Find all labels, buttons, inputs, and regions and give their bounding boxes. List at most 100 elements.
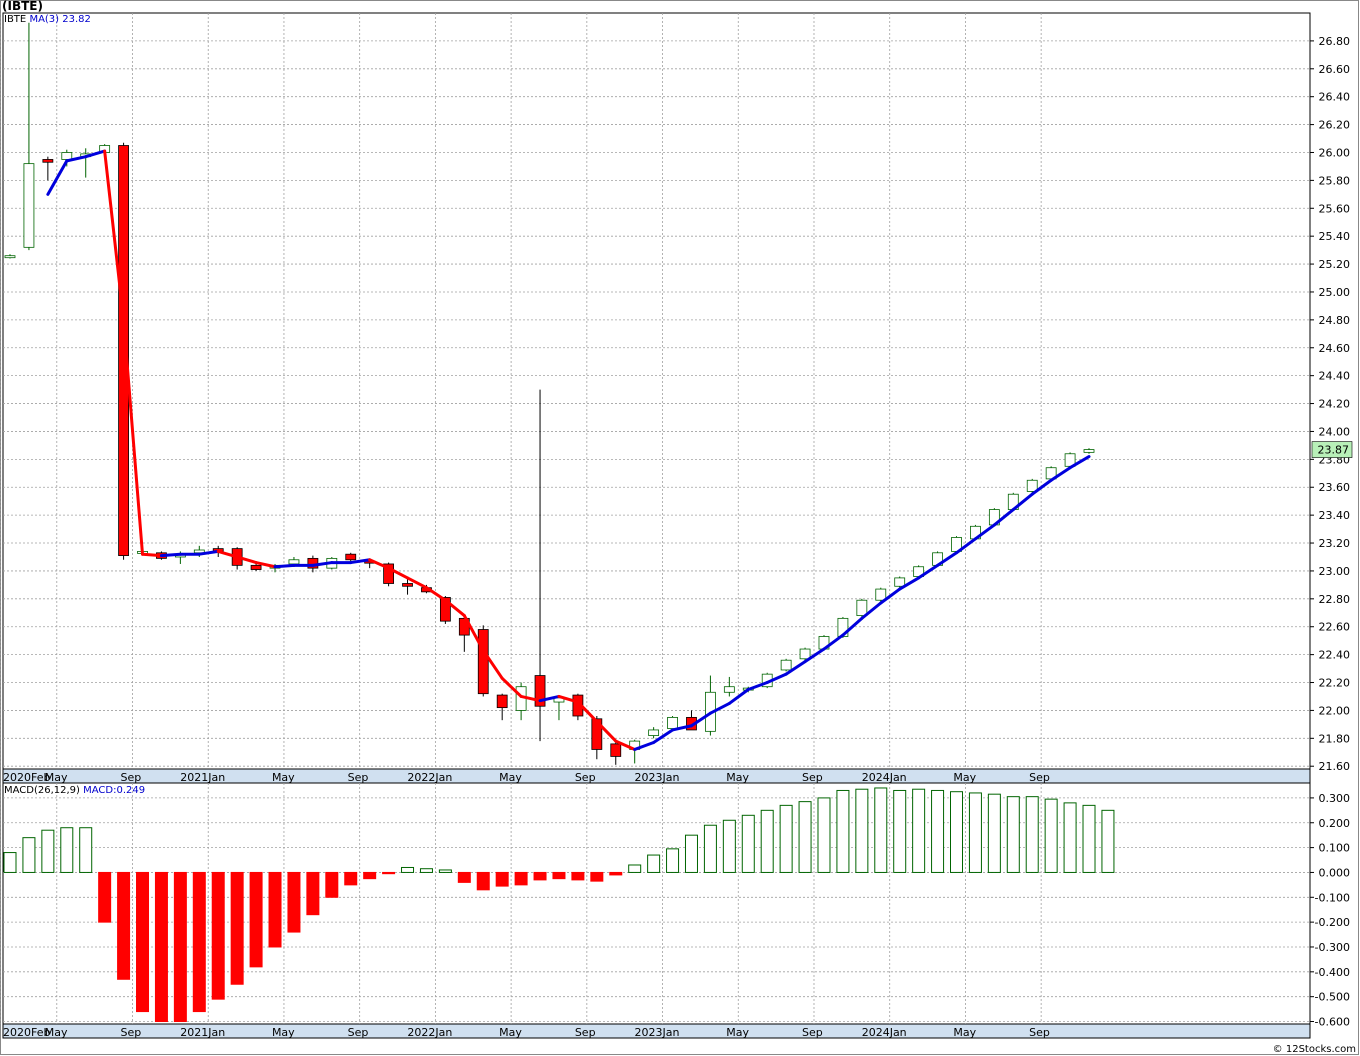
macd-y-tick-label: -0.400 [1315, 966, 1350, 979]
price-y-tick-label: 23.60 [1319, 481, 1351, 494]
macd-bar [98, 871, 112, 923]
candle-body [723, 686, 735, 693]
candle-body [250, 564, 262, 570]
price-y-tick-label: 24.40 [1319, 370, 1351, 383]
price-x-tick-label: May [272, 771, 295, 784]
legend-ticker: IBTE [4, 14, 27, 25]
macd-bar [1006, 796, 1020, 873]
price-x-tick-label: 2022Jan [407, 771, 452, 784]
price-x-tick-label: 2023Jan [635, 771, 680, 784]
legend-ma-value: 23.82 [62, 14, 91, 25]
price-y-tick-label: 24.00 [1319, 425, 1351, 438]
macd-y-tick-label: -0.200 [1315, 916, 1350, 929]
price-y-tick-label: 26.80 [1319, 35, 1351, 48]
macd-y-tick-label: -0.100 [1315, 891, 1350, 904]
price-y-tick-label: 25.60 [1319, 202, 1351, 215]
price-y-tick-label: 22.20 [1319, 677, 1351, 690]
macd-bar [968, 792, 982, 873]
price-panel-frame [2, 12, 1311, 770]
macd-bar [855, 788, 869, 873]
legend-ma-label: MA(3) [29, 14, 60, 25]
price-y-tick-label: 21.60 [1319, 760, 1351, 773]
macd-bar [874, 787, 888, 873]
price-x-tick-label: Sep [802, 771, 823, 784]
macd-bar [211, 871, 225, 1000]
macd-bar [382, 871, 396, 875]
price-y-tick-label: 21.80 [1319, 732, 1351, 745]
macd-bar [401, 866, 415, 873]
macd-bar [571, 871, 585, 881]
price-x-tick-label: Sep [348, 771, 369, 784]
macd-bar [703, 824, 717, 873]
macd-x-tick-label: May [953, 1026, 976, 1039]
macd-y-tick-label: -0.500 [1315, 991, 1350, 1004]
candle-body [894, 577, 906, 587]
macd-bar [552, 871, 566, 880]
price-y-tick-label: 23.40 [1319, 509, 1351, 522]
price-y-tick-label: 22.80 [1319, 593, 1351, 606]
macd-bar [363, 871, 377, 880]
macd-x-tick-label: May [45, 1026, 68, 1039]
macd-bar [173, 871, 187, 1023]
price-y-tick-label: 25.00 [1319, 286, 1351, 299]
macd-bar [647, 854, 661, 873]
macd-y-tick-label: -0.600 [1315, 1016, 1350, 1029]
macd-y-tick-label: 0.200 [1319, 817, 1351, 830]
price-x-tick-label: May [726, 771, 749, 784]
macd-bar [912, 788, 926, 873]
price-x-tick-label: Sep [575, 771, 596, 784]
candle-body [648, 729, 660, 736]
macd-bar [931, 789, 945, 873]
price-legend: IBTE MA(3) 23.82 [4, 14, 91, 25]
candle-body [1083, 449, 1095, 453]
candle-body [61, 152, 73, 160]
price-x-tick-label: May [45, 771, 68, 784]
candle-body [496, 694, 508, 709]
candle-body [4, 255, 16, 259]
price-x-tick-label: 2020Feb [3, 771, 50, 784]
macd-bar [154, 871, 168, 1023]
macd-bar [1101, 809, 1115, 873]
macd-bar [136, 871, 150, 1013]
macd-bar [22, 837, 36, 873]
macd-x-tick-label: 2023Jan [635, 1026, 680, 1039]
macd-bar [741, 814, 755, 873]
macd-bar [192, 871, 206, 1013]
macd-bar [495, 871, 509, 887]
macd-bar [60, 827, 74, 873]
price-y-tick-label: 24.80 [1319, 314, 1351, 327]
macd-legend: MACD(26,12,9) MACD:0.249 [4, 785, 145, 796]
price-y-tick-label: 25.80 [1319, 174, 1351, 187]
candle-body [856, 599, 868, 616]
candle-body [780, 659, 792, 671]
price-y-tick-label: 22.00 [1319, 704, 1351, 717]
macd-bar [628, 864, 642, 873]
macd-bar [344, 871, 358, 886]
price-y-tick-label: 22.60 [1319, 621, 1351, 634]
macd-bar [1063, 802, 1077, 873]
macd-x-tick-label: Sep [1029, 1026, 1050, 1039]
macd-bar [666, 848, 680, 873]
price-y-tick-label: 26.00 [1319, 146, 1351, 159]
last-price-label: 23.87 [1318, 444, 1350, 457]
macd-bar [684, 834, 698, 873]
macd-bar [609, 871, 623, 876]
macd-bar [79, 827, 93, 873]
chart-title: (IBTE) [2, 0, 43, 13]
macd-bar [306, 871, 320, 916]
macd-x-tick-label: 2020Feb [3, 1026, 50, 1039]
legend-macd-params: MACD(26,12,9) [4, 785, 80, 796]
macd-x-tick-label: Sep [348, 1026, 369, 1039]
macd-bar [325, 871, 339, 898]
macd-bar [893, 789, 907, 873]
macd-bar [476, 871, 490, 891]
macd-bar [1082, 804, 1096, 873]
macd-bar [798, 801, 812, 873]
price-x-tick-label: May [953, 771, 976, 784]
price-x-tick-label: Sep [121, 771, 142, 784]
candle-body [1026, 479, 1038, 492]
macd-x-tick-label: 2024Jan [862, 1026, 907, 1039]
price-y-tick-label: 26.20 [1319, 119, 1351, 132]
macd-bar [514, 871, 528, 886]
macd-bar [779, 804, 793, 873]
